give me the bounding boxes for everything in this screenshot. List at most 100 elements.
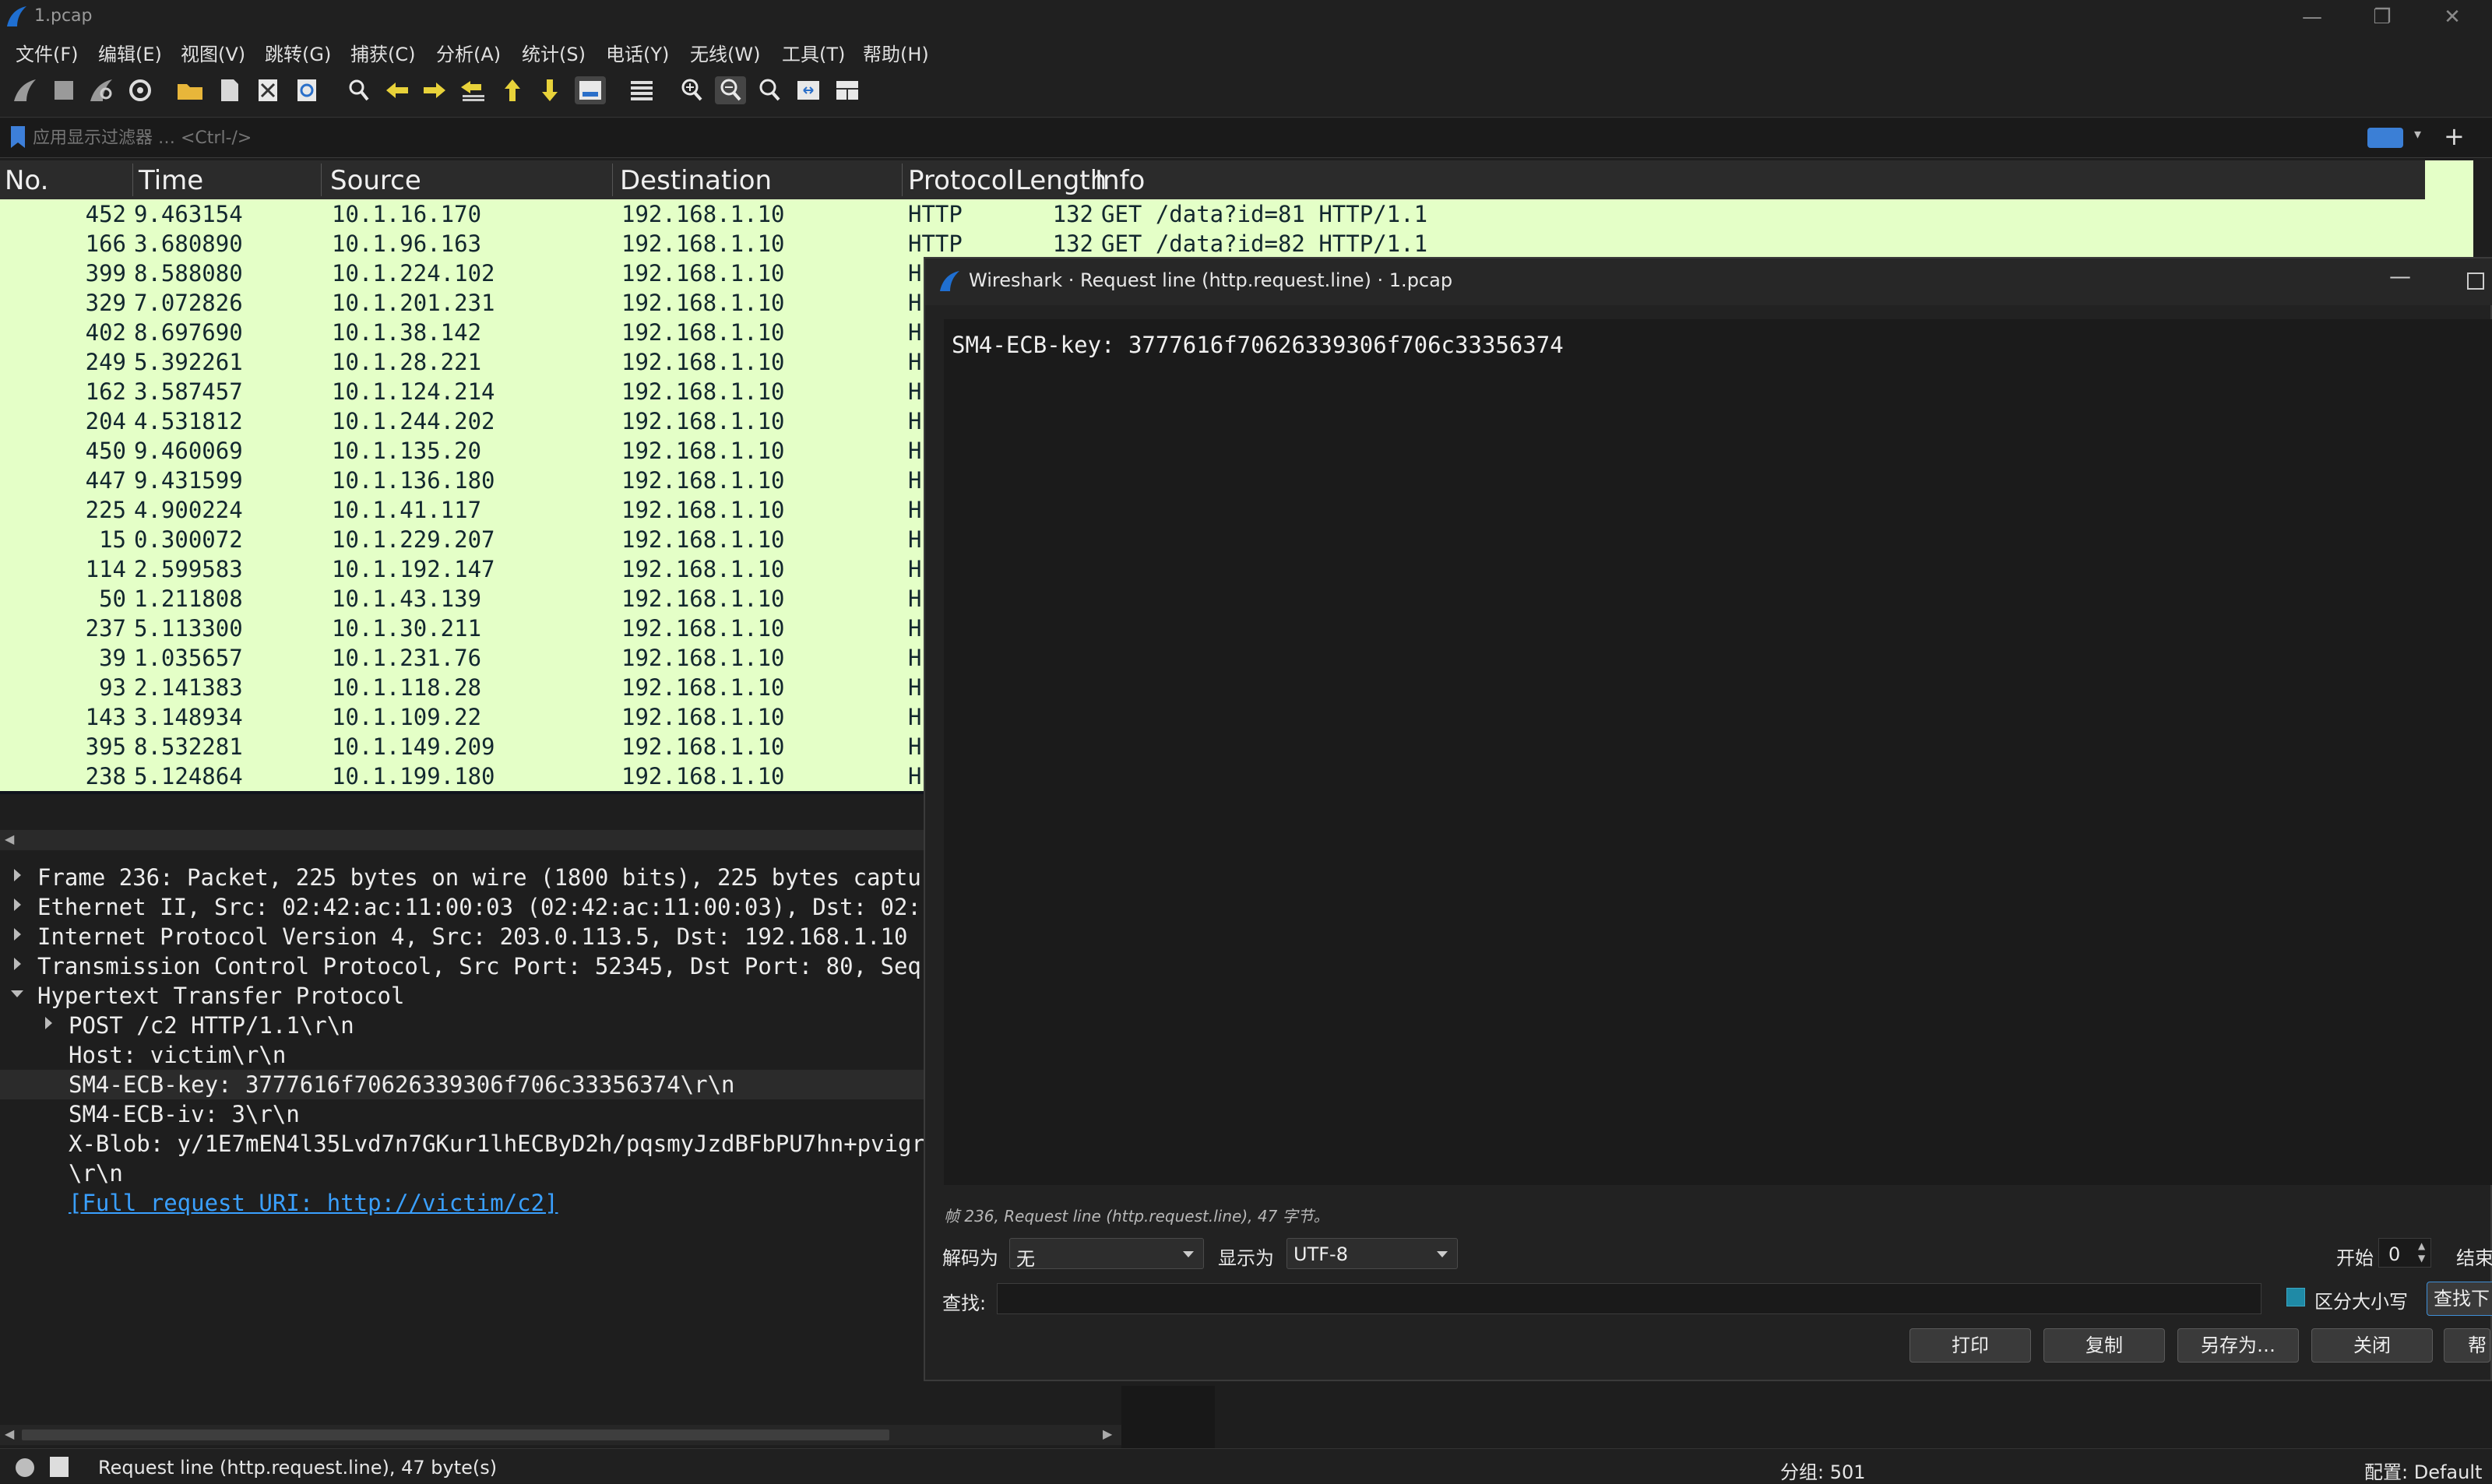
packet-list-scrollbar[interactable] xyxy=(2425,160,2473,257)
stop-square-icon[interactable] xyxy=(48,76,79,104)
chevron-down-icon xyxy=(1437,1251,1448,1257)
shark-fin-start-icon[interactable] xyxy=(9,76,40,104)
spin-up-icon[interactable]: ▲ xyxy=(2418,1240,2425,1251)
detail-tree-item[interactable]: \r\n xyxy=(0,1159,927,1188)
add-filter-button-icon[interactable]: + xyxy=(2444,121,2465,151)
menu-help[interactable]: 帮助(H) xyxy=(863,39,929,66)
detail-tree-item[interactable]: Transmission Control Protocol, Src Port:… xyxy=(0,951,927,981)
scroll-left-icon[interactable]: ◀ xyxy=(5,1426,14,1441)
column-header-source[interactable]: Source xyxy=(330,165,421,196)
find-input[interactable] xyxy=(997,1283,2261,1314)
last-packet-icon[interactable] xyxy=(534,76,565,104)
layout-icon[interactable] xyxy=(832,76,863,104)
minimize-button[interactable]: — xyxy=(2277,0,2347,34)
colorize-icon[interactable] xyxy=(626,76,657,104)
go-forward-arrow-icon[interactable] xyxy=(419,76,450,104)
spin-down-icon[interactable]: ▼ xyxy=(2418,1253,2425,1264)
chevron-right-icon[interactable] xyxy=(14,898,21,911)
save-as-button[interactable]: 另存为… xyxy=(2177,1328,2299,1363)
chevron-right-icon[interactable] xyxy=(14,869,21,881)
scroll-thumb[interactable] xyxy=(22,1429,889,1440)
go-back-arrow-icon[interactable] xyxy=(382,76,413,104)
bookmark-icon[interactable] xyxy=(11,126,25,148)
menu-edit[interactable]: 编辑(E) xyxy=(98,39,162,66)
menu-capture[interactable]: 捕获(C) xyxy=(350,39,415,66)
restart-fin-icon[interactable] xyxy=(86,76,117,104)
capture-options-gear-icon[interactable] xyxy=(125,76,156,104)
dialog-minimize-button[interactable]: — xyxy=(2389,263,2411,289)
reload-icon[interactable] xyxy=(291,76,322,104)
packet-row[interactable]: 452 9.463154 10.1.16.170 192.168.1.10 HTTP 13… xyxy=(0,199,2425,229)
expert-info-icon[interactable] xyxy=(16,1458,34,1477)
detail-tree-item[interactable]: Hypertext Transfer Protocol xyxy=(0,981,927,1011)
details-hscrollbar[interactable]: ◀ ▶ xyxy=(0,1425,1121,1445)
detail-tree-item[interactable]: SM4-ECB-iv: 3\r\n xyxy=(0,1099,927,1129)
detail-tree-item[interactable]: Internet Protocol Version 4, Src: 203.0.… xyxy=(0,922,927,951)
menu-file[interactable]: 文件(F) xyxy=(16,39,79,66)
packet-length: 132 xyxy=(1052,230,1093,257)
scroll-right-icon[interactable]: ▶ xyxy=(1103,1426,1112,1441)
go-to-packet-icon[interactable] xyxy=(458,76,489,104)
detail-tree-item[interactable]: POST /c2 HTTP/1.1\r\n xyxy=(0,1011,927,1040)
packet-list-hscrollbar[interactable]: ◀ xyxy=(0,830,927,850)
start-spinbox[interactable]: 0 ▲ ▼ xyxy=(2378,1238,2431,1268)
detail-tree-item[interactable]: Ethernet II, Src: 02:42:ac:11:00:03 (02:… xyxy=(0,892,927,922)
autoscroll-icon[interactable] xyxy=(575,76,606,104)
menu-wireless[interactable]: 无线(W) xyxy=(690,39,760,66)
column-header-destination[interactable]: Destination xyxy=(620,165,772,196)
column-header-protocol[interactable]: Protocol xyxy=(908,165,1015,196)
case-sensitive-checkbox[interactable] xyxy=(2286,1288,2305,1306)
capture-comment-icon[interactable] xyxy=(50,1457,69,1477)
chevron-right-icon[interactable] xyxy=(14,958,21,970)
column-divider[interactable] xyxy=(612,164,613,196)
menu-tools[interactable]: 工具(T) xyxy=(782,39,845,66)
first-packet-icon[interactable] xyxy=(497,76,528,104)
chevron-down-icon[interactable]: ▾ xyxy=(2414,126,2421,142)
scroll-left-icon[interactable]: ◀ xyxy=(5,832,14,846)
column-divider[interactable] xyxy=(132,164,133,196)
display-filter-input[interactable] xyxy=(31,121,2371,154)
find-magnifier-icon[interactable] xyxy=(343,76,374,104)
column-header-time[interactable]: Time xyxy=(139,165,203,196)
dialog-maximize-button[interactable] xyxy=(2467,273,2484,290)
chevron-down-icon[interactable] xyxy=(11,990,23,997)
detail-tree-item[interactable]: Frame 236: Packet, 225 bytes on wire (18… xyxy=(0,863,927,892)
close-file-icon[interactable] xyxy=(252,76,283,104)
column-header-length[interactable]: Length xyxy=(1015,165,1107,196)
menu-go[interactable]: 跳转(G) xyxy=(265,39,331,66)
bytes-text-view[interactable]: SM4-ECB-key: 3777616f70626339306f706c333… xyxy=(944,319,2492,1185)
apply-filter-arrow-icon[interactable] xyxy=(2367,128,2403,148)
print-button[interactable]: 打印 xyxy=(1909,1328,2031,1363)
close-window-button[interactable]: ✕ xyxy=(2417,0,2487,34)
close-dialog-button[interactable]: 关闭 xyxy=(2311,1328,2433,1363)
zoom-in-icon[interactable] xyxy=(676,76,707,104)
detail-tree-item[interactable]: SM4-ECB-key: 3777616f70626339306f706c333… xyxy=(0,1070,927,1099)
restore-button[interactable]: ❐ xyxy=(2347,0,2417,34)
detail-tree-item[interactable]: Host: victim\r\n xyxy=(0,1040,927,1070)
help-button[interactable]: 帮 xyxy=(2444,1328,2490,1363)
menu-analyze[interactable]: 分析(A) xyxy=(436,39,501,66)
chevron-right-icon[interactable] xyxy=(45,1017,52,1029)
find-next-button[interactable]: 查找下 xyxy=(2427,1282,2492,1316)
menu-statistics[interactable]: 统计(S) xyxy=(522,39,586,66)
column-header-info[interactable]: Info xyxy=(1095,165,1145,196)
column-header-no[interactable]: No. xyxy=(5,165,48,196)
show-as-select[interactable]: UTF-8 xyxy=(1286,1238,1458,1269)
menu-view[interactable]: 视图(V) xyxy=(181,39,245,66)
detail-tree-item[interactable]: X-Blob: y/1E7mEN4l35Lvd7n7GKur1lhECByD2h… xyxy=(0,1129,927,1159)
resize-columns-icon[interactable] xyxy=(793,76,824,104)
decode-as-select[interactable]: 无 xyxy=(1009,1238,1204,1270)
chevron-right-icon[interactable] xyxy=(14,928,21,941)
detail-tree-item[interactable]: [Full request URI: http://victim/c2] xyxy=(0,1188,927,1218)
status-profile[interactable]: 配置: Default xyxy=(2364,1457,2482,1484)
open-folder-icon[interactable] xyxy=(174,76,206,104)
normal-size-icon[interactable] xyxy=(754,76,785,104)
packet-row[interactable]: 166 3.680890 10.1.96.163 192.168.1.10 HTTP 13… xyxy=(0,229,2425,258)
column-divider[interactable] xyxy=(902,164,903,196)
menu-telephony[interactable]: 电话(Y) xyxy=(606,39,669,66)
zoom-out-icon[interactable] xyxy=(715,76,746,104)
save-file-icon[interactable] xyxy=(213,76,245,104)
copy-button[interactable]: 复制 xyxy=(2043,1328,2165,1363)
full-request-uri-link[interactable]: [Full request URI: http://victim/c2] xyxy=(69,1190,558,1216)
column-divider[interactable] xyxy=(321,164,322,196)
